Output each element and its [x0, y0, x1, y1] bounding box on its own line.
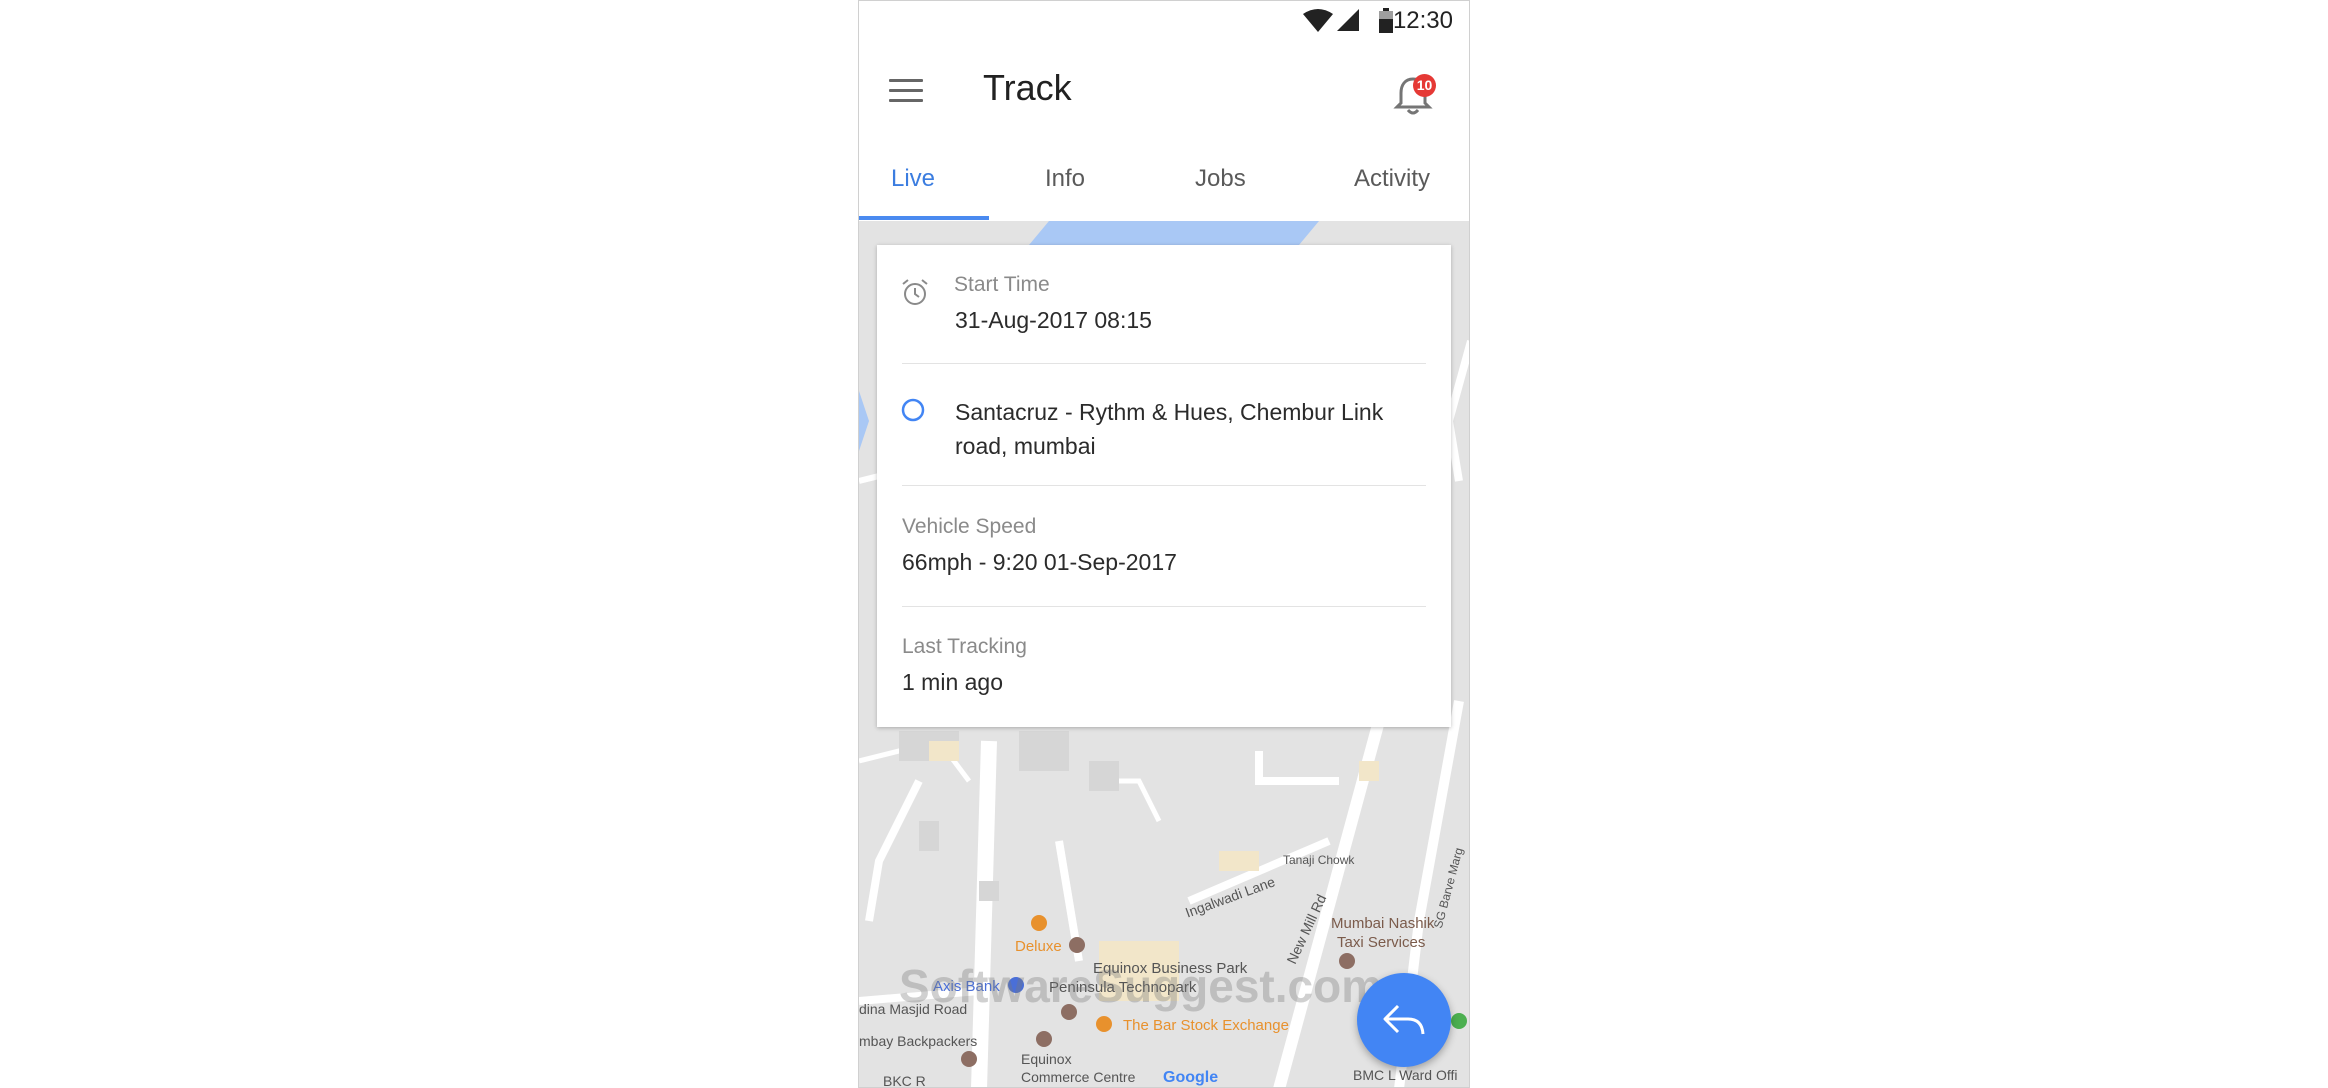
map-label-bkc: BKC R [883, 1073, 926, 1088]
status-bar: 12:30 [859, 1, 1469, 43]
last-tracking-label: Last Tracking [902, 635, 1027, 658]
google-logo: Google [1163, 1069, 1219, 1086]
reply-fab-button[interactable] [1357, 973, 1451, 1067]
tab-info[interactable]: Info [1045, 165, 1085, 193]
map-label-tanaji-chowk: Tanaji Chowk [1283, 853, 1355, 867]
map-label-deluxe: Deluxe [1015, 938, 1062, 955]
alarm-clock-icon [902, 279, 928, 305]
phone-screen: 12:30 Track 10 Live Info Jobs Activity T… [858, 0, 1470, 1088]
divider [902, 606, 1426, 607]
map-label-bar-stock-exchange: The Bar Stock Exchange [1123, 1017, 1289, 1034]
divider [902, 363, 1426, 364]
map-label-bmc-ward: BMC L Ward Offi [1353, 1067, 1458, 1083]
vehicle-speed-value: 66mph - 9:20 01-Sep-2017 [902, 549, 1177, 575]
wifi-icon [1303, 9, 1333, 32]
tab-activity[interactable]: Activity [1354, 165, 1430, 193]
circle-location-icon [901, 398, 925, 422]
map-watermark: SoftwareSuggest.com [899, 960, 1383, 1012]
reply-icon [1383, 1004, 1425, 1035]
divider [902, 485, 1426, 486]
tab-bar: Live Info Jobs Activity [859, 139, 1469, 222]
map-label-mumbai-nashik-2: Taxi Services [1337, 934, 1426, 951]
tab-jobs[interactable]: Jobs [1195, 165, 1246, 193]
start-time-value: 31-Aug-2017 08:15 [955, 307, 1152, 333]
vehicle-speed-label: Vehicle Speed [902, 515, 1037, 538]
status-time: 12:30 [1392, 7, 1453, 34]
notification-badge: 10 [1413, 74, 1436, 97]
page-title: Track [983, 67, 1072, 108]
tracking-info-card: Start Time 31-Aug-2017 08:15 Santacruz -… [877, 245, 1451, 727]
map-label-mumbai-nashik-1: Mumbai Nashik [1331, 915, 1435, 932]
map-label-backpackers: mbay Backpackers [859, 1033, 978, 1049]
last-tracking-value: 1 min ago [902, 669, 1004, 695]
app-bar: Track 10 [859, 43, 1469, 139]
map-label-equinox-cc-2: Commerce Centre [1021, 1069, 1136, 1085]
map-label-equinox-cc-1: Equinox [1021, 1051, 1072, 1067]
hamburger-menu-icon[interactable] [889, 79, 923, 105]
start-time-label: Start Time [954, 273, 1050, 296]
signal-icon [1337, 9, 1359, 31]
tab-indicator [859, 216, 989, 220]
location-value: Santacruz - Rythm & Hues, Chembur Link r… [955, 399, 1384, 459]
tab-live[interactable]: Live [891, 165, 935, 193]
battery-icon [1379, 8, 1393, 33]
